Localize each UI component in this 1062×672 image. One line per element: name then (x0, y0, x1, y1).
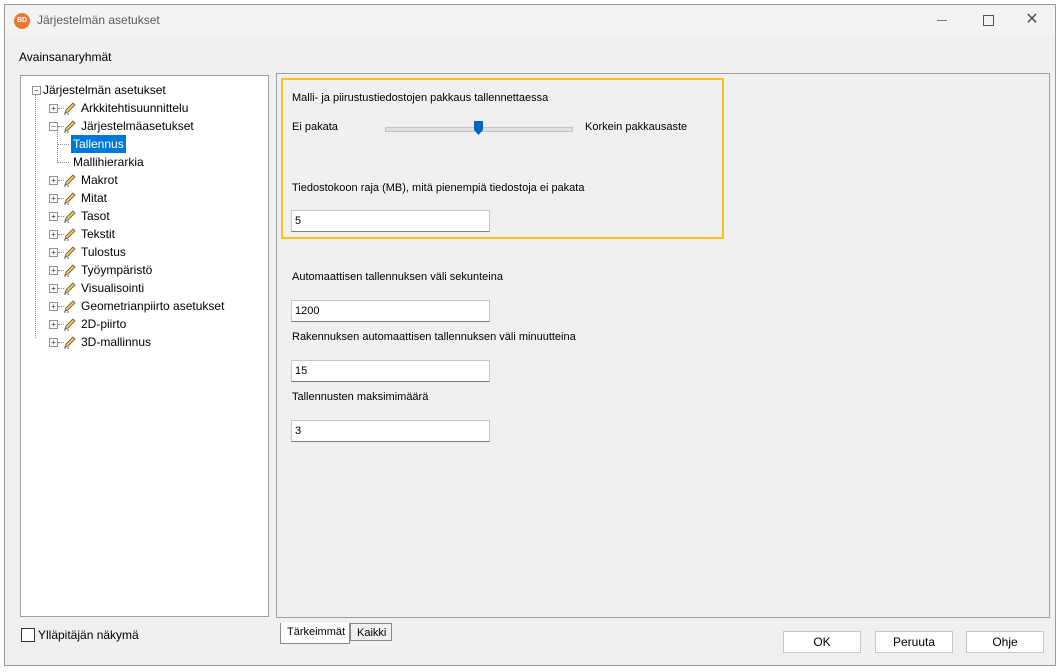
tree-item-label: Työympäristö (81, 263, 153, 277)
tree-item-label-selected: Tallennus (71, 135, 126, 153)
settings-window: BD Järjestelmän asetukset ✕ Avainsanaryh… (4, 4, 1056, 666)
tree-root-label: Järjestelmän asetukset (43, 83, 166, 97)
expand-icon[interactable]: + (49, 248, 58, 257)
autosave-interval-label: Automaattisen tallennuksen väli sekuntei… (292, 271, 503, 283)
compression-label: Malli- ja piirustustiedostojen pakkaus t… (292, 92, 549, 104)
size-limit-input[interactable]: 5 (291, 210, 490, 232)
expand-icon[interactable]: + (49, 104, 58, 113)
pencil-icon (64, 228, 76, 241)
checkbox-box[interactable] (21, 628, 35, 642)
building-autosave-label: Rakennuksen automaattisen tallennuksen v… (292, 331, 576, 343)
pencil-icon (64, 318, 76, 331)
expand-icon[interactable]: + (49, 266, 58, 275)
minimize-icon (937, 20, 947, 22)
close-icon: ✕ (1025, 11, 1039, 28)
collapse-icon[interactable]: − (32, 86, 41, 95)
settings-tree[interactable]: − Järjestelmän asetukset + Arkkitehtisuu… (20, 75, 269, 617)
pencil-icon (64, 264, 76, 277)
maximize-icon (982, 15, 994, 27)
tree-item-label: Visualisointi (81, 281, 145, 295)
expand-icon[interactable]: + (49, 194, 58, 203)
tree-item-label: Järjestelmäasetukset (81, 119, 194, 133)
help-button[interactable]: Ohje (966, 631, 1044, 653)
expand-icon[interactable]: + (49, 230, 58, 239)
tree-item-label: Tulostus (81, 245, 126, 259)
settings-panel: Malli- ja piirustustiedostojen pakkaus t… (276, 73, 1050, 618)
tree-item-label: Makrot (81, 173, 118, 187)
tree-item-label: Tekstit (81, 227, 116, 241)
pencil-icon (64, 300, 76, 313)
pencil-icon (64, 192, 76, 205)
window-title: Järjestelmän asetukset (37, 13, 160, 27)
tree-item-label: 3D-mallinnus (81, 335, 152, 349)
maximize-button[interactable] (965, 5, 1011, 35)
pencil-icon (64, 102, 76, 115)
slider-min-label: Ei pakata (292, 121, 338, 133)
autosave-interval-input[interactable]: 1200 (291, 300, 490, 322)
pencil-icon (64, 174, 76, 187)
collapse-icon[interactable]: − (49, 122, 58, 131)
close-button[interactable]: ✕ (1009, 5, 1055, 35)
tree-connector (35, 94, 36, 338)
tree-connector (58, 162, 69, 163)
expand-icon[interactable]: + (49, 338, 58, 347)
tree-connector (58, 144, 69, 145)
pencil-icon (64, 210, 76, 223)
app-logo-icon: BD (14, 13, 30, 29)
expand-icon[interactable]: + (49, 284, 58, 293)
expand-icon[interactable]: + (49, 176, 58, 185)
tree-item-label: Arkkitehtisuunnittelu (81, 101, 189, 115)
admin-view-label: Ylläpitäjän näkymä (38, 628, 139, 642)
pencil-icon (64, 246, 76, 259)
expand-icon[interactable]: + (49, 212, 58, 221)
tree-item-label: Tasot (81, 209, 110, 223)
expand-icon[interactable]: + (49, 302, 58, 311)
max-saves-input[interactable]: 3 (291, 420, 490, 442)
slider-max-label: Korkein pakkausaste (585, 121, 688, 133)
tab-all[interactable]: Kaikki (350, 623, 392, 641)
tree-connector (57, 127, 58, 163)
title-bar: BD Järjestelmän asetukset ✕ (5, 5, 1055, 35)
tree-item-label: Geometrianpiirto asetukset (81, 299, 225, 313)
pencil-icon (64, 282, 76, 295)
max-saves-label: Tallennusten maksimimäärä (292, 391, 429, 403)
tab-important[interactable]: Tärkeimmät (280, 623, 350, 644)
cancel-button[interactable]: Peruuta (875, 631, 953, 653)
expand-icon[interactable]: + (49, 320, 58, 329)
size-limit-label: Tiedostokoon raja (MB), mitä pienempiä t… (292, 182, 585, 194)
pencil-icon (64, 120, 76, 133)
keyword-groups-label: Avainsanaryhmät (19, 50, 112, 64)
pencil-icon (64, 336, 76, 349)
building-autosave-input[interactable]: 15 (291, 360, 490, 382)
compression-slider-thumb[interactable] (473, 121, 483, 135)
ok-button[interactable]: OK (783, 631, 861, 653)
tree-item-label: Mitat (81, 191, 108, 205)
tree-item-label: 2D-piirto (81, 317, 127, 331)
minimize-button[interactable] (919, 5, 965, 35)
tree-item-label: Mallihierarkia (73, 155, 144, 169)
